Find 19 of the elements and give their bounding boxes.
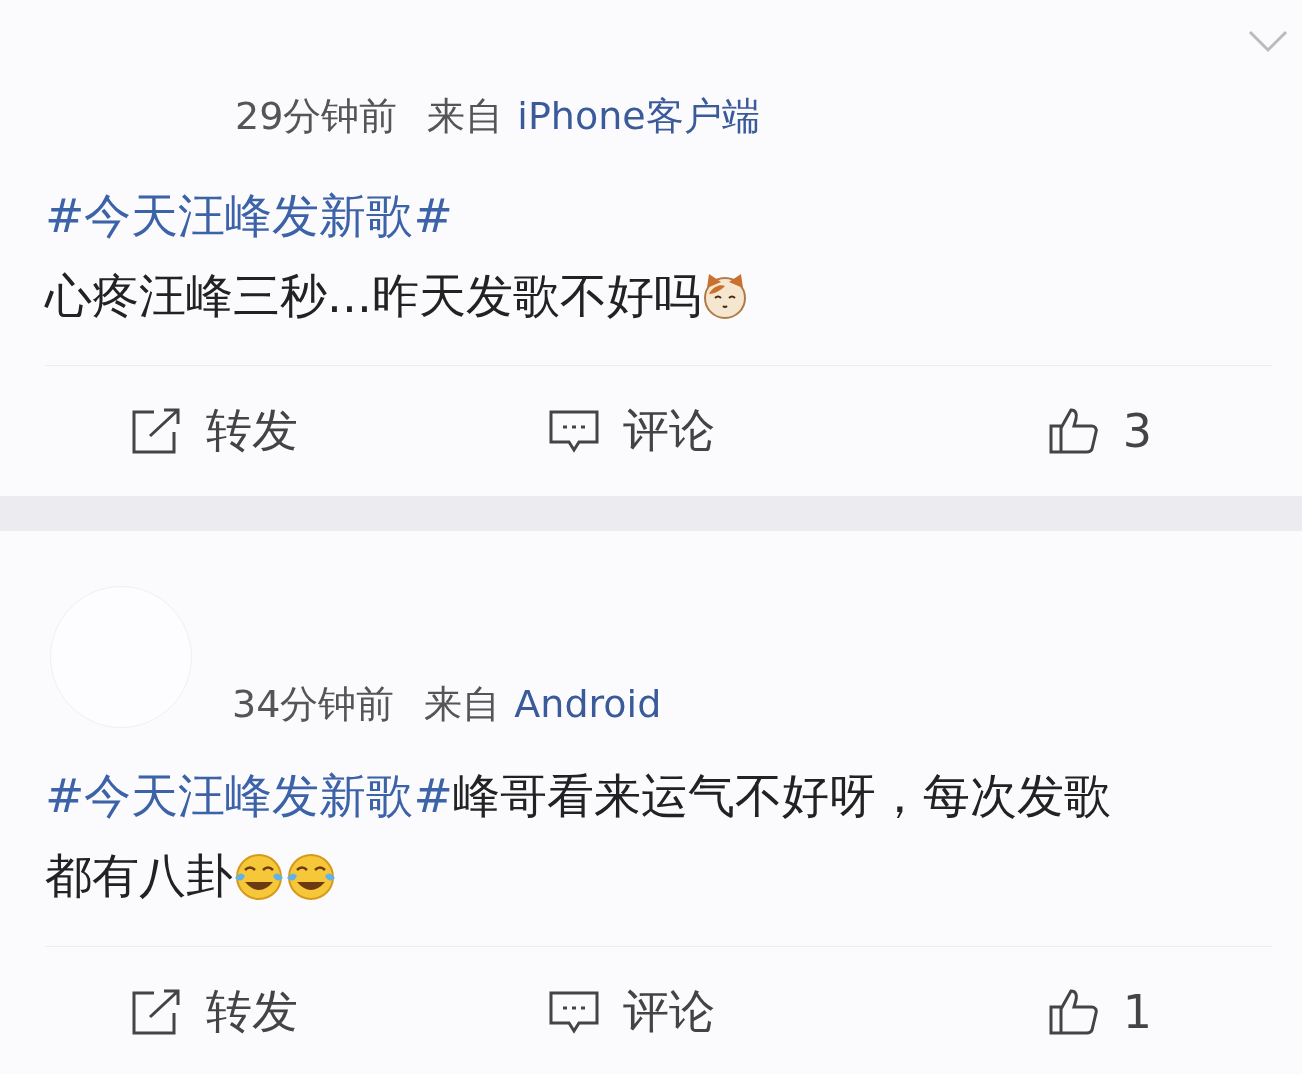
comment-button[interactable]: 评论 xyxy=(547,400,715,462)
source-prefix: 来自 xyxy=(427,93,504,140)
comment-button[interactable]: 评论 xyxy=(547,981,715,1043)
laughing-crying-emoji-icon xyxy=(233,852,285,902)
hashtag-link[interactable]: #今天汪峰发新歌# xyxy=(45,176,1145,256)
repost-button[interactable]: 转发 xyxy=(130,400,298,462)
hashtag-link[interactable]: #今天汪峰发新歌# xyxy=(45,768,453,823)
post-text: #今天汪峰发新歌#峰哥看来运气不好呀，每次发歌都有八卦 xyxy=(45,767,1112,905)
post-time: 34分钟前 xyxy=(232,681,395,728)
like-button[interactable]: 1 xyxy=(1046,985,1152,1039)
chevron-down-icon[interactable] xyxy=(1248,28,1288,54)
source-prefix: 来自 xyxy=(424,681,501,728)
laughing-crying-emoji-icon xyxy=(285,852,337,902)
source-client: Android xyxy=(514,681,662,728)
post-time: 29分钟前 xyxy=(235,93,398,140)
source-client: iPhone客户端 xyxy=(517,93,760,140)
like-button[interactable]: 3 xyxy=(1046,404,1152,458)
post-text: #今天汪峰发新歌# 心疼汪峰三秒...昨天发歌不好吗 xyxy=(45,176,1145,336)
repost-button[interactable]: 转发 xyxy=(130,981,298,1043)
